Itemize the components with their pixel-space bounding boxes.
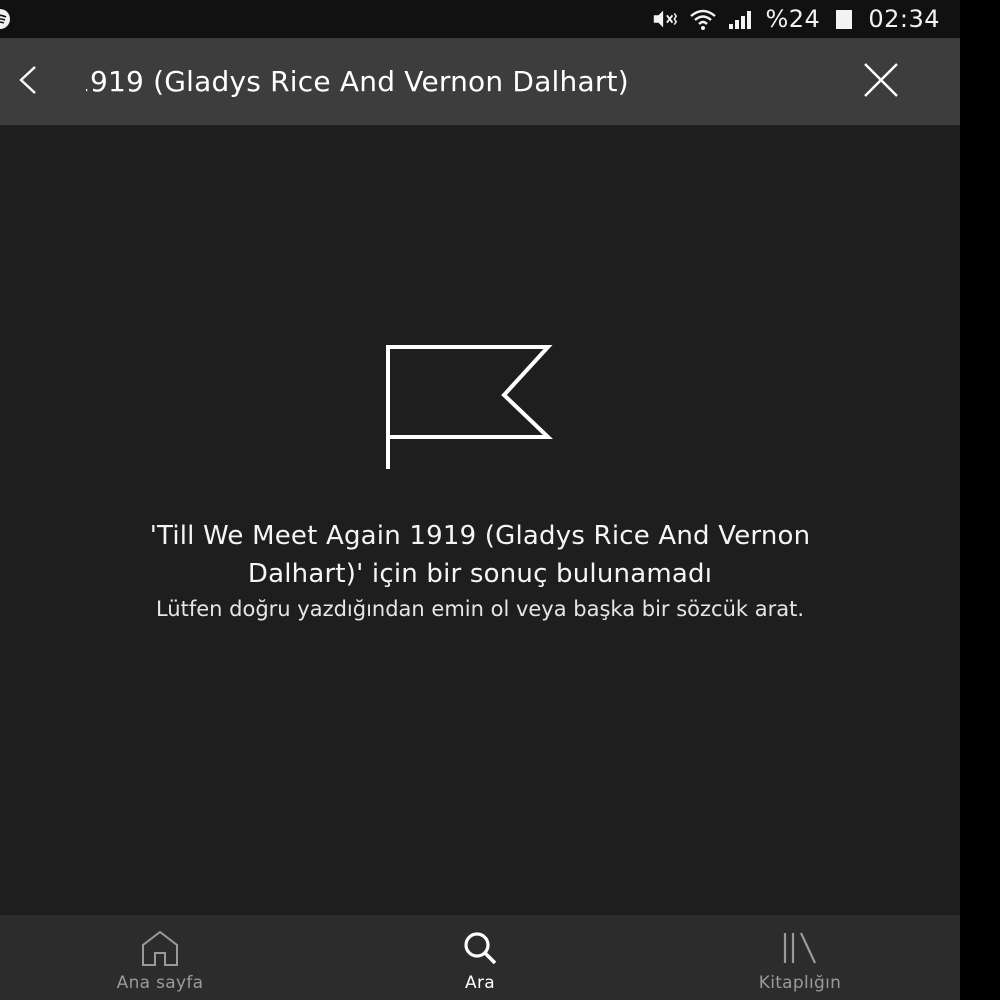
search-results-area: 'Till We Meet Again 1919 (Gladys Rice An… bbox=[0, 125, 960, 915]
library-icon bbox=[779, 929, 821, 967]
no-results-hint: Lütfen doğru yazdığından emin ol veya ba… bbox=[155, 597, 805, 621]
close-icon bbox=[861, 60, 901, 104]
battery-icon bbox=[830, 7, 858, 31]
status-time: 02:34 bbox=[868, 5, 940, 33]
app-screen: %24 02:34 1919 (Gladys Rice And Vernon D… bbox=[0, 0, 960, 1000]
empty-state-message: 'Till We Meet Again 1919 (Gladys Rice An… bbox=[80, 517, 880, 623]
signal-icon bbox=[727, 7, 755, 31]
status-right: %24 02:34 bbox=[651, 5, 960, 33]
nav-item-home[interactable]: Ana sayfa bbox=[0, 915, 320, 1000]
nav-item-library[interactable]: Kitaplığın bbox=[640, 915, 960, 1000]
chevron-left-icon bbox=[13, 64, 43, 100]
nav-label-search: Ara bbox=[465, 973, 495, 993]
bottom-navigation: Ana sayfa Ara Kitaplığın bbox=[0, 915, 960, 1000]
wifi-icon bbox=[689, 7, 717, 31]
search-query-text: 1919 (Gladys Rice And Vernon Dalhart) bbox=[86, 65, 629, 98]
status-bar: %24 02:34 bbox=[0, 0, 960, 38]
screen-edge bbox=[960, 0, 1000, 1000]
nav-label-library: Kitaplığın bbox=[758, 973, 842, 993]
battery-percent: %24 bbox=[765, 5, 821, 33]
home-icon bbox=[139, 929, 181, 967]
back-button[interactable] bbox=[0, 38, 56, 125]
mute-vibrate-icon bbox=[651, 7, 679, 31]
status-left bbox=[0, 0, 12, 38]
search-query-field[interactable]: 1919 (Gladys Rice And Vernon Dalhart) bbox=[86, 38, 836, 125]
nav-label-home: Ana sayfa bbox=[116, 973, 204, 993]
flag-icon bbox=[380, 345, 558, 471]
clear-search-button[interactable] bbox=[846, 38, 916, 125]
search-header: 1919 (Gladys Rice And Vernon Dalhart) bbox=[0, 38, 960, 125]
spotify-icon bbox=[0, 7, 12, 31]
nav-item-search[interactable]: Ara bbox=[320, 915, 640, 1000]
no-results-headline: 'Till We Meet Again 1919 (Gladys Rice An… bbox=[149, 521, 811, 589]
search-icon bbox=[459, 929, 501, 967]
